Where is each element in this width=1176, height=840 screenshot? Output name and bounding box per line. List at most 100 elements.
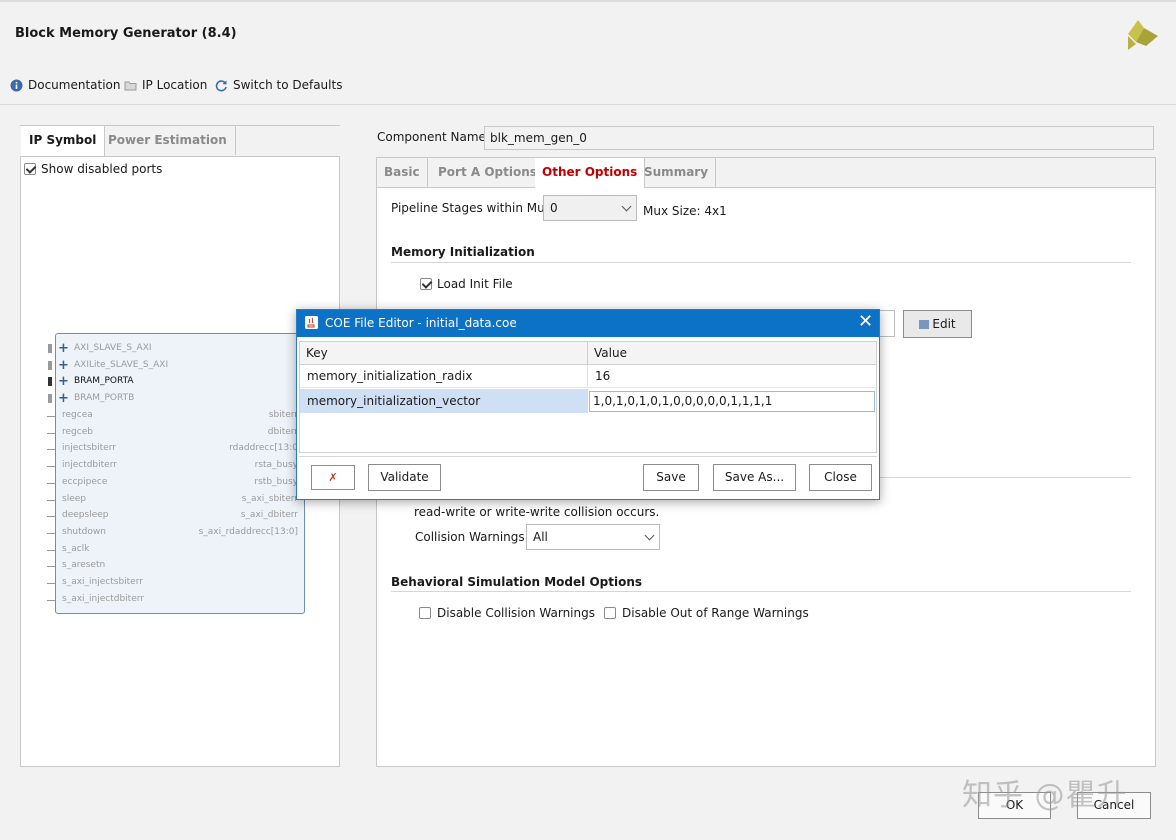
collision-warnings-dropdown[interactable]: All: [526, 524, 660, 550]
show-disabled-ports-checkbox[interactable]: Show disabled ports: [24, 162, 162, 176]
chevron-down-icon: [621, 201, 632, 211]
table-cell-key[interactable]: memory_initialization_radix: [300, 365, 588, 388]
expand-plus-icon[interactable]: +: [58, 359, 69, 372]
checkbox-box[interactable]: [24, 163, 36, 175]
input-port-pin: [47, 566, 55, 568]
tab-ip-symbol[interactable]: IP Symbol: [21, 126, 106, 156]
java-icon: [305, 316, 318, 329]
switch-to-defaults-label: Switch to Defaults: [233, 78, 343, 92]
input-port-pin: [47, 499, 55, 501]
collision-description: read-write or write-write collision occu…: [414, 505, 660, 519]
input-port-pin: [47, 532, 55, 534]
toolbar-divider: [0, 104, 1176, 105]
input-port-label: s_axi_injectdbiterr: [62, 593, 144, 604]
memory-initialization-title: Memory Initialization: [391, 245, 535, 259]
input-port-pin: [47, 599, 55, 601]
collision-warnings-value: All: [533, 530, 548, 544]
input-port-pin: [47, 583, 55, 584]
ip-symbol-block: [55, 333, 305, 614]
checkbox-box[interactable]: [419, 607, 431, 619]
edit-button-label: Edit: [932, 317, 956, 331]
input-port-label: injectdbiterr: [62, 460, 117, 471]
input-port-pin: [47, 482, 55, 484]
tab-basic[interactable]: Basic: [377, 158, 428, 187]
ip-location-button[interactable]: IP Location: [124, 78, 207, 92]
tab-port-a-options[interactable]: Port A Options: [431, 158, 545, 187]
checkbox-box[interactable]: [420, 278, 432, 290]
input-port-label: regcea: [62, 410, 93, 420]
close-icon[interactable]: ✕: [858, 313, 873, 331]
input-port-label: eccpipece: [62, 476, 108, 487]
save-button[interactable]: Save: [643, 464, 699, 491]
tab-power-estimation[interactable]: Power Estimation: [100, 126, 236, 155]
documentation-button[interactable]: Documentation: [10, 78, 121, 92]
tab-summary[interactable]: Summary: [637, 158, 717, 187]
ip-location-label: IP Location: [142, 78, 208, 92]
output-port-label: s_axi_rdaddrecc[13:0]: [198, 526, 298, 537]
right-tab-bar: Basic Port A Options Other Options Summa…: [377, 158, 1155, 188]
column-header-value[interactable]: Value: [588, 342, 876, 365]
vector-value-editor[interactable]: 1,0,1,0,1,0,1,0,0,0,0,0,1,1,1,1: [589, 391, 875, 412]
top-border: [0, 0, 1176, 2]
output-port-label: s_axi_sbiterr: [241, 493, 298, 504]
documentation-label: Documentation: [28, 78, 121, 92]
bus-port-pin: [48, 344, 52, 353]
output-port-label: rstb_busy: [254, 476, 298, 487]
bus-port-label: AXI_SLAVE_S_AXI: [74, 343, 152, 353]
xilinx-logo: [1128, 20, 1158, 50]
expand-plus-icon[interactable]: +: [58, 375, 69, 388]
input-port-pin: [47, 449, 55, 451]
input-port-label: s_aclk: [62, 543, 90, 554]
input-port-label: s_axi_injectsbiterr: [62, 577, 143, 587]
expand-plus-icon[interactable]: +: [58, 392, 69, 405]
save-as-button[interactable]: Save As...: [713, 464, 796, 491]
input-port-pin: [47, 416, 55, 417]
remove-entry-button[interactable]: ✗: [311, 465, 355, 490]
edit-button[interactable]: Edit: [903, 310, 972, 338]
input-port-label: sleep: [62, 493, 86, 504]
bus-port-pin: [48, 394, 52, 404]
disable-collision-warnings-label: Disable Collision Warnings: [437, 606, 595, 620]
switch-to-defaults-button[interactable]: Switch to Defaults: [215, 78, 342, 92]
pipeline-stages-value: 0: [550, 201, 558, 215]
disable-collision-warnings-checkbox[interactable]: Disable Collision Warnings: [419, 606, 595, 620]
dialog-divider: [299, 456, 877, 457]
output-port-label: sbiterr: [268, 410, 298, 420]
init-file-path-field[interactable]: [878, 310, 895, 337]
column-header-key[interactable]: Key: [300, 342, 588, 365]
pipeline-stages-dropdown[interactable]: 0: [543, 195, 637, 221]
output-port-label: s_axi_dbiterr: [240, 510, 298, 521]
tab-other-options[interactable]: Other Options: [535, 158, 646, 188]
disable-out-of-range-checkbox[interactable]: Disable Out of Range Warnings: [604, 606, 809, 620]
dialog-title: COE File Editor - initial_data.coe: [325, 316, 517, 330]
close-button[interactable]: Close: [809, 464, 872, 491]
behavioral-simulation-title: Behavioral Simulation Model Options: [391, 575, 643, 589]
chevron-down-icon: [644, 530, 655, 540]
expand-plus-icon[interactable]: +: [58, 342, 69, 355]
load-init-file-checkbox[interactable]: Load Init File: [420, 277, 513, 291]
left-tab-bar: IP Symbol Power Estimation: [20, 126, 340, 157]
input-port-pin: [47, 466, 55, 468]
bus-port-label: AXILite_SLAVE_S_AXI: [74, 359, 169, 370]
checkbox-box[interactable]: [604, 607, 616, 619]
refresh-icon: [215, 79, 227, 91]
edit-icon: [919, 320, 930, 329]
load-init-file-label: Load Init File: [437, 277, 513, 291]
show-disabled-ports-label: Show disabled ports: [41, 162, 163, 176]
output-port-label: dbiterr: [267, 426, 298, 437]
delete-icon: ✗: [328, 471, 338, 484]
component-name-field[interactable]: blk_mem_gen_0: [484, 126, 1154, 150]
input-port-label: shutdown: [62, 526, 106, 537]
table-cell-key[interactable]: memory_initialization_vector: [300, 389, 588, 413]
bus-port-pin: [48, 377, 52, 387]
table-cell-value[interactable]: 16: [588, 365, 876, 388]
disable-out-of-range-label: Disable Out of Range Warnings: [622, 606, 809, 620]
section-divider: [391, 591, 1131, 592]
validate-button[interactable]: Validate: [368, 464, 441, 491]
section-divider: [391, 262, 1131, 263]
bus-port-label: BRAM_PORTB: [74, 393, 135, 404]
output-port-label: rdaddrecc[13:0: [229, 443, 298, 454]
window-title: Block Memory Generator (8.4): [15, 26, 237, 41]
mux-size-label: Mux Size: 4x1: [643, 204, 727, 218]
section-divider: [868, 477, 1131, 478]
